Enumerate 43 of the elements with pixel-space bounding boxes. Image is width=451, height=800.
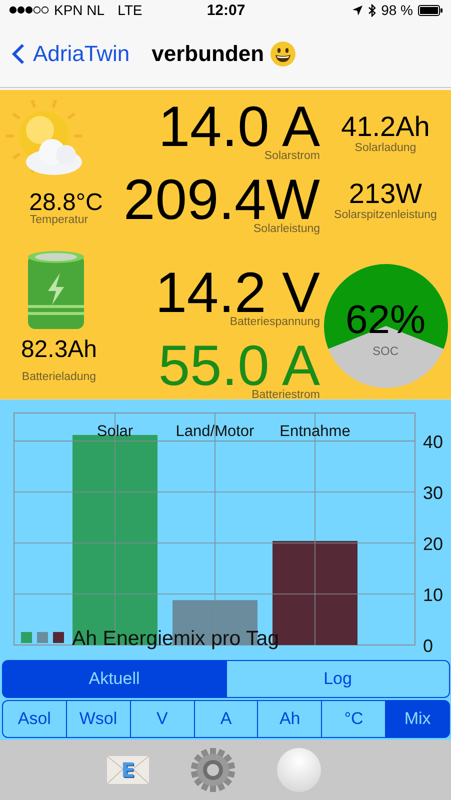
chart-tab[interactable]: °C: [321, 700, 386, 738]
chart-tab[interactable]: Mix: [385, 700, 450, 738]
chart-tab[interactable]: Ah: [257, 700, 322, 738]
chart-tab[interactable]: V: [130, 700, 195, 738]
view-tab[interactable]: Aktuell: [2, 660, 226, 698]
bluetooth-icon: [368, 4, 376, 16]
axis-tick-label: 20: [423, 534, 444, 554]
temperature-value: 28.8°C: [29, 190, 103, 216]
battery-charge-label: Batterieladung: [22, 371, 96, 384]
soc-value: 62%: [344, 298, 427, 342]
network-type: LTE: [118, 2, 142, 18]
settings-button[interactable]: [190, 747, 236, 793]
axis-tick-label: 30: [423, 483, 444, 504]
battery-charge-value: 82.3Ah: [20, 337, 98, 363]
category-label: Entnahme: [280, 423, 350, 440]
location-arrow-icon: [352, 4, 364, 16]
axis-tick-label: 10: [423, 585, 444, 605]
solar-current-label: Solarstrom: [264, 150, 320, 163]
solar-charge-label: Solarladung: [354, 142, 416, 155]
mail-button[interactable]: E: [106, 753, 150, 787]
battery-percent: 98 %: [381, 2, 413, 18]
view-tab[interactable]: Log: [226, 660, 450, 698]
solar-peak-value: 213W: [348, 179, 422, 209]
category-label: Land/Motor: [176, 423, 254, 440]
connection-status: verbunden: [152, 40, 264, 66]
chart-tab[interactable]: Wsol: [66, 700, 131, 738]
axis-tick-label: 0: [423, 636, 434, 656]
chart-tab[interactable]: Asol: [2, 700, 67, 738]
battery-icon: [418, 4, 443, 16]
soc-label: SOC: [371, 344, 400, 358]
axis-tick-label: 40: [423, 432, 444, 452]
back-chevron-icon: [12, 42, 25, 64]
clock: 12:07: [206, 2, 246, 18]
round-button[interactable]: [276, 747, 322, 793]
signal-icon: [9, 6, 49, 14]
battery-current-label: Batteriestrom: [252, 389, 320, 402]
smiley-icon: [270, 40, 296, 66]
solar-peak-label: Solarspitzenleistung: [334, 209, 437, 222]
back-link[interactable]: AdriaTwin: [12, 40, 130, 66]
chart-tab[interactable]: A: [194, 700, 258, 738]
carrier-name: KPN NL: [54, 2, 105, 18]
temperature-label: Temperatur: [30, 214, 88, 227]
solar-charge-value: 41.2Ah: [341, 112, 430, 142]
